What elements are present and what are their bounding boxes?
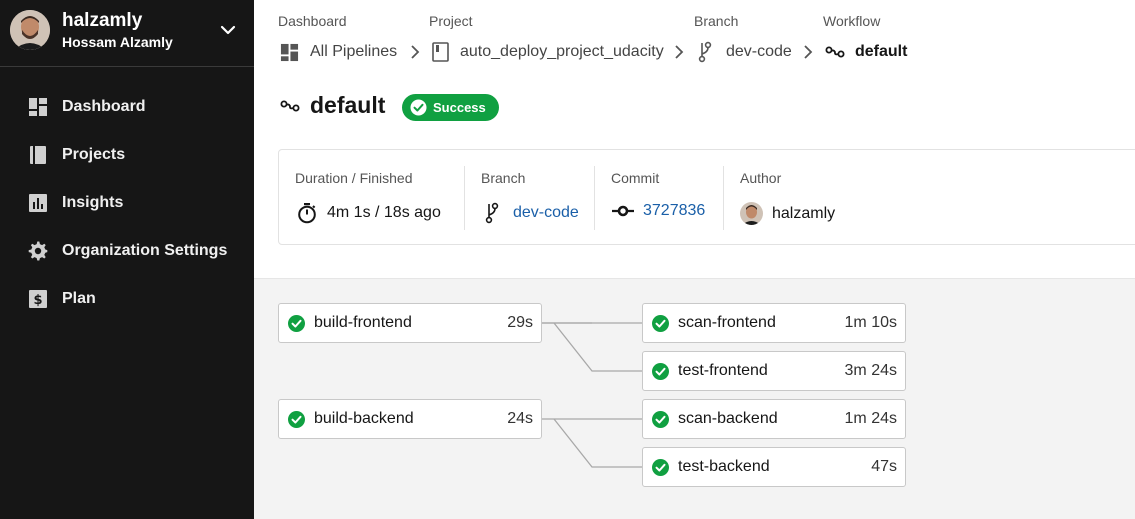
job-duration: 1m 10s: [844, 314, 897, 331]
duration-value: 4m 1s / 18s ago: [327, 204, 441, 221]
sidebar-item-organization-settings[interactable]: Organization Settings: [0, 231, 254, 271]
commit-label: Commit: [611, 170, 660, 186]
commit-value-row[interactable]: 3727836: [612, 202, 705, 220]
job-test-frontend[interactable]: test-frontend 3m 24s: [642, 351, 906, 391]
breadcrumb-branch[interactable]: dev-code: [698, 40, 792, 64]
breadcrumb-label-branch: Branch: [694, 13, 739, 29]
user-full-name: Hossam Alzamly: [62, 34, 173, 50]
divider: [594, 166, 595, 230]
job-scan-frontend[interactable]: scan-frontend 1m 10s: [642, 303, 906, 343]
breadcrumb-project[interactable]: auto_deploy_project_udacity: [432, 40, 664, 64]
job-duration: 47s: [871, 458, 897, 475]
breadcrumb-label-dashboard: Dashboard: [278, 13, 347, 29]
sidebar-item-label: Dashboard: [62, 98, 146, 115]
sidebar-item-label: Insights: [62, 194, 124, 211]
job-test-backend[interactable]: test-backend 47s: [642, 447, 906, 487]
job-name: test-frontend: [678, 362, 768, 379]
svg-text:$: $: [33, 293, 42, 308]
dashboard-icon: [280, 43, 299, 61]
workflow-icon: [825, 46, 845, 58]
sidebar: halzamly Hossam Alzamly Dashboard Projec…: [0, 0, 254, 519]
project-icon: [432, 42, 449, 62]
commit-icon: [612, 205, 634, 217]
check-circle-icon: [288, 411, 305, 428]
author-avatar: [740, 202, 763, 225]
dashboard-icon: [29, 98, 47, 116]
job-name: scan-backend: [678, 410, 778, 427]
projects-icon: [30, 146, 46, 164]
check-circle-icon: [288, 315, 305, 332]
branch-link[interactable]: dev-code: [513, 204, 579, 222]
divider: [723, 166, 724, 230]
breadcrumb-all-pipelines[interactable]: All Pipelines: [280, 40, 397, 64]
main-content: Dashboard Project Branch Workflow All Pi…: [254, 0, 1135, 519]
branch-icon: [698, 41, 712, 63]
duration-value-row: 4m 1s / 18s ago: [297, 202, 441, 224]
sidebar-item-insights[interactable]: Insights: [0, 183, 254, 223]
job-duration: 29s: [507, 314, 533, 331]
duration-label: Duration / Finished: [295, 170, 413, 186]
check-circle-icon: [652, 411, 669, 428]
insights-icon: [29, 194, 47, 212]
chevron-right-icon: [804, 45, 813, 59]
sidebar-item-plan[interactable]: $ Plan: [0, 279, 254, 319]
job-duration: 1m 24s: [844, 410, 897, 427]
stopwatch-icon: [298, 203, 316, 224]
user-menu[interactable]: halzamly Hossam Alzamly: [0, 0, 254, 67]
sidebar-item-projects[interactable]: Projects: [0, 135, 254, 175]
gear-icon: [28, 241, 48, 261]
divider: [464, 166, 465, 230]
sidebar-item-label: Organization Settings: [62, 242, 228, 259]
workflow-graph: build-frontend 29s scan-frontend 1m 10s …: [254, 278, 1135, 519]
status-text: Success: [433, 100, 486, 115]
breadcrumb-text: default: [855, 43, 908, 60]
branch-icon: [485, 202, 499, 224]
check-circle-icon: [410, 99, 427, 116]
job-name: test-backend: [678, 458, 770, 475]
breadcrumb-text: dev-code: [726, 43, 792, 60]
job-duration: 24s: [507, 410, 533, 427]
check-circle-icon: [652, 315, 669, 332]
job-name: build-frontend: [314, 314, 412, 331]
page-title: default: [310, 92, 386, 118]
job-build-backend[interactable]: build-backend 24s: [278, 399, 542, 439]
breadcrumb-text: All Pipelines: [310, 43, 398, 60]
sidebar-item-label: Plan: [62, 290, 96, 307]
chevron-right-icon: [411, 45, 420, 59]
commit-link[interactable]: 3727836: [643, 202, 705, 220]
username: halzamly: [62, 10, 143, 31]
chevron-down-icon[interactable]: [218, 20, 238, 40]
author-value-row: halzamly: [740, 202, 835, 225]
sidebar-item-dashboard[interactable]: Dashboard: [0, 87, 254, 127]
chevron-right-icon: [675, 45, 684, 59]
job-build-frontend[interactable]: build-frontend 29s: [278, 303, 542, 343]
branch-value-row[interactable]: dev-code: [485, 202, 579, 224]
check-circle-icon: [652, 363, 669, 380]
breadcrumb-label-project: Project: [429, 13, 473, 29]
breadcrumb-label-workflow: Workflow: [823, 13, 881, 29]
branch-label: Branch: [481, 170, 526, 186]
workflow-details-card: Duration / Finished 4m 1s / 18s ago Bran…: [278, 149, 1135, 245]
job-duration: 3m 24s: [844, 362, 897, 379]
plan-icon: $: [29, 290, 47, 308]
breadcrumb-workflow[interactable]: default: [825, 40, 907, 64]
job-scan-backend[interactable]: scan-backend 1m 24s: [642, 399, 906, 439]
breadcrumb-text: auto_deploy_project_udacity: [460, 43, 664, 60]
job-name: scan-frontend: [678, 314, 776, 331]
status-badge: Success: [402, 94, 499, 121]
workflow-icon: [280, 100, 300, 112]
author-name: halzamly: [772, 204, 836, 222]
sidebar-item-label: Projects: [62, 146, 126, 163]
check-circle-icon: [652, 459, 669, 476]
avatar: [10, 10, 50, 50]
job-name: build-backend: [314, 410, 414, 427]
author-label: Author: [740, 170, 782, 186]
